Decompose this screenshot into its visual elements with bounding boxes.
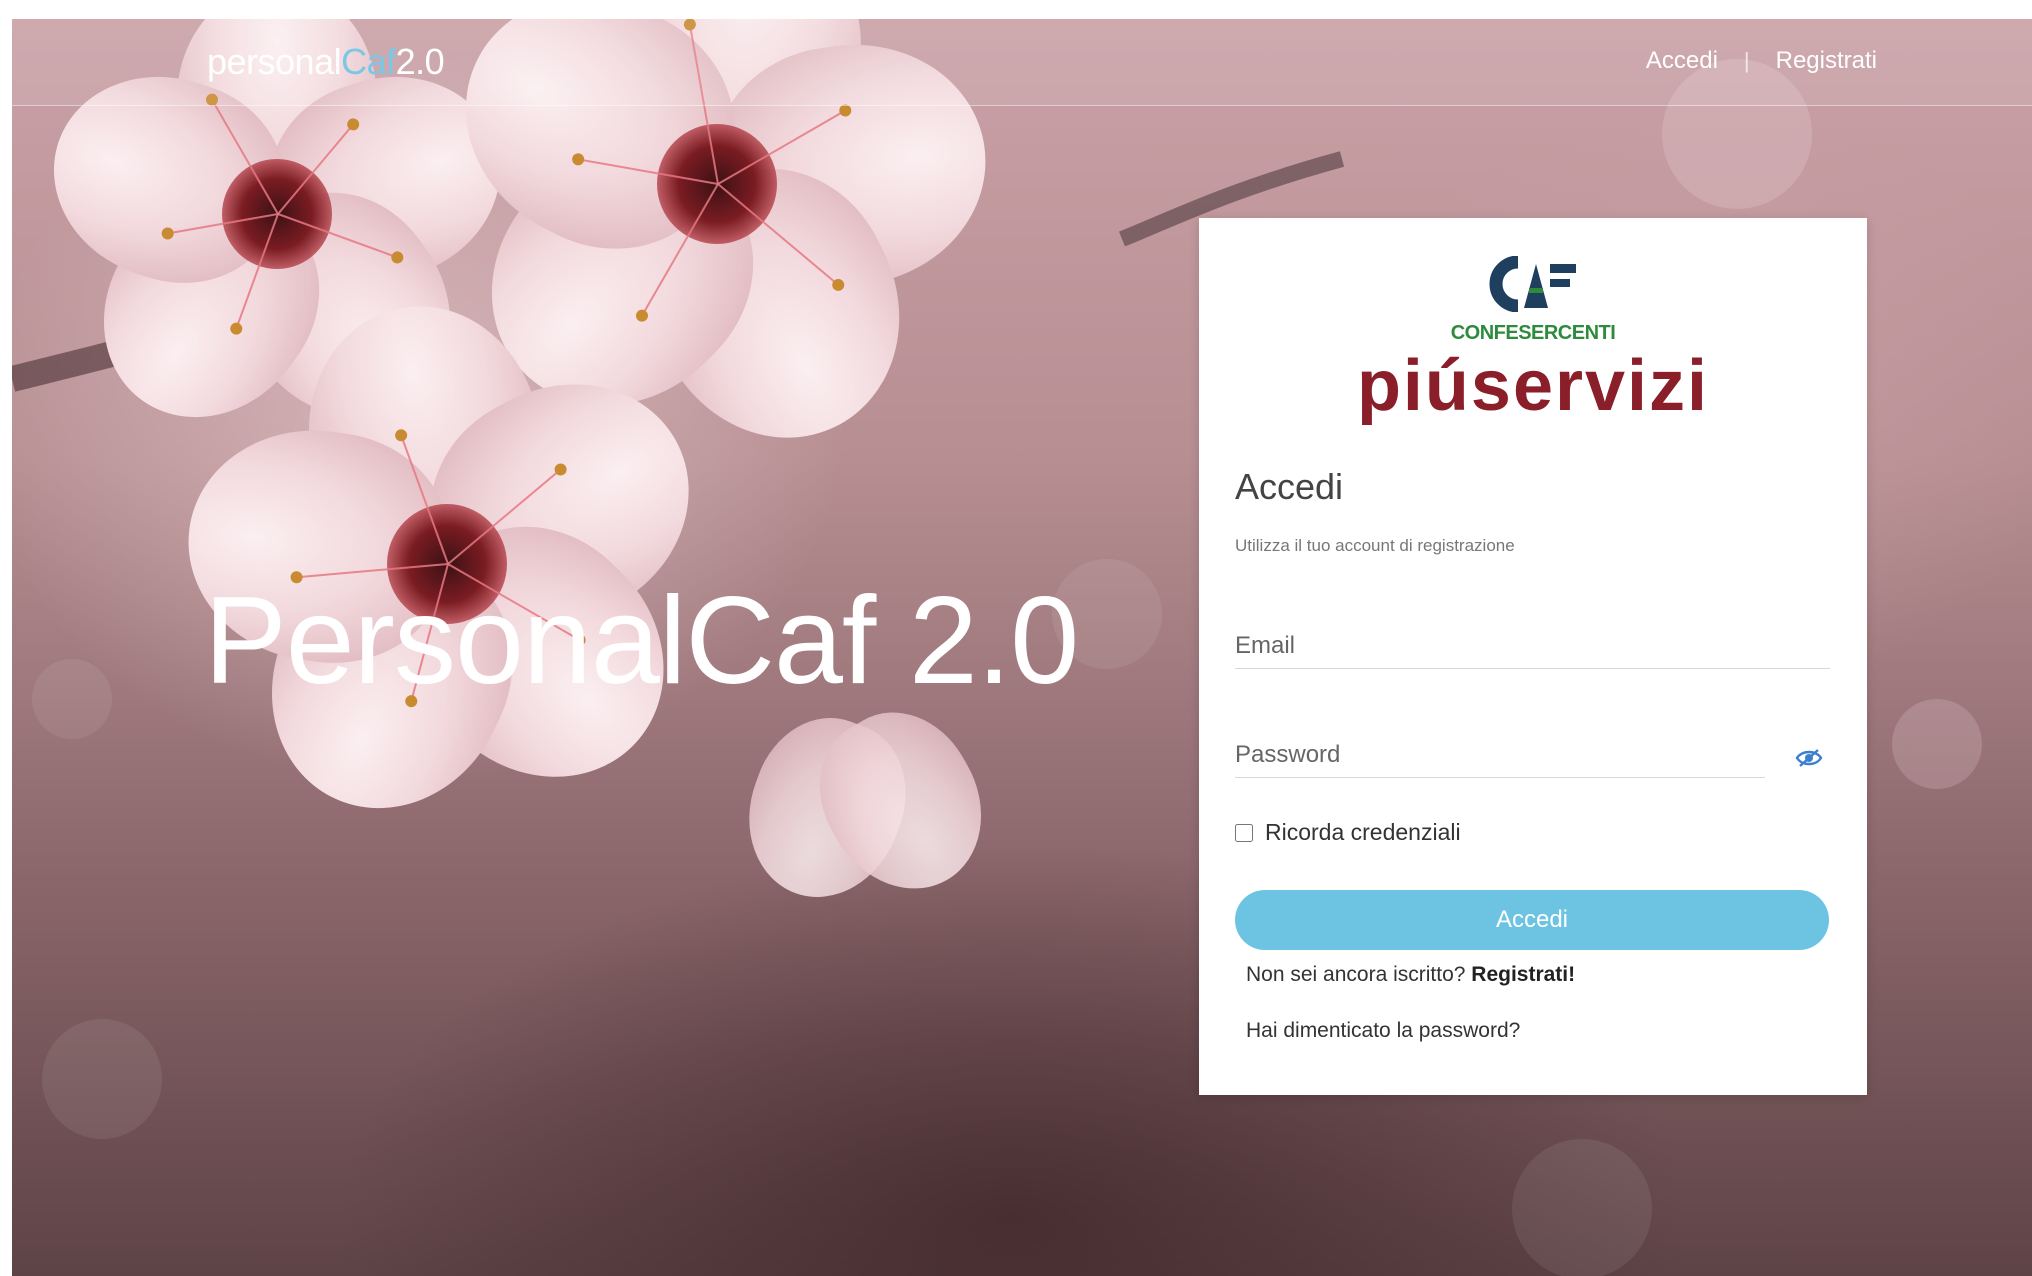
logo-confesercenti-text: CONFESERCENTI	[1450, 322, 1616, 344]
logo-piuservizi-text: piúservizi	[1356, 346, 1710, 426]
login-subtitle: Utilizza il tuo account di registrazione	[1235, 536, 1515, 555]
flower-top-center	[422, 19, 1002, 480]
remember-checkbox[interactable]	[1235, 823, 1253, 842]
login-card: CONFESERCENTI piúservizi Accedi Utilizza…	[1199, 218, 1867, 1095]
login-title: Accedi	[1235, 466, 1344, 507]
signup-prompt: Non sei ancora iscritto? Registrati!	[1246, 963, 1575, 987]
flower-center	[173, 287, 731, 849]
top-nav-links: Accedi | Registrati	[1646, 47, 1877, 75]
hero-title: PersonalCaf 2.0	[204, 572, 1079, 710]
brand-logo[interactable]: personalCaf2.0	[207, 41, 445, 83]
login-submit-button[interactable]: Accedi	[1235, 890, 1829, 950]
password-input[interactable]	[1235, 741, 1765, 778]
login-page: personalCaf2.0 Accedi | Registrati Perso…	[12, 19, 2032, 1276]
remember-label: Ricorda credenziali	[1265, 819, 1461, 845]
signup-prompt-text: Non sei ancora iscritto?	[1246, 963, 1466, 986]
eye-slash-icon[interactable]	[1795, 748, 1823, 768]
brand-logo-part2: Caf	[341, 41, 396, 82]
top-navigation-bar: personalCaf2.0 Accedi | Registrati	[12, 19, 2032, 106]
brand-logo-part3: 2.0	[395, 41, 445, 82]
nav-separator: |	[1743, 48, 1750, 73]
signup-link[interactable]: Registrati!	[1471, 963, 1575, 986]
flower-top-left	[27, 19, 527, 459]
brand-logo-part1: personal	[207, 41, 342, 82]
flower-bud	[724, 686, 1012, 919]
email-input[interactable]	[1235, 632, 1830, 669]
nav-login-link[interactable]: Accedi	[1646, 47, 1718, 75]
forgot-password-link[interactable]: Hai dimenticato la password?	[1246, 1019, 1520, 1043]
caf-logo-icon	[1489, 256, 1576, 312]
nav-register-link[interactable]: Registrati	[1776, 47, 1877, 75]
remember-credentials[interactable]: Ricorda credenziali	[1235, 819, 1461, 846]
